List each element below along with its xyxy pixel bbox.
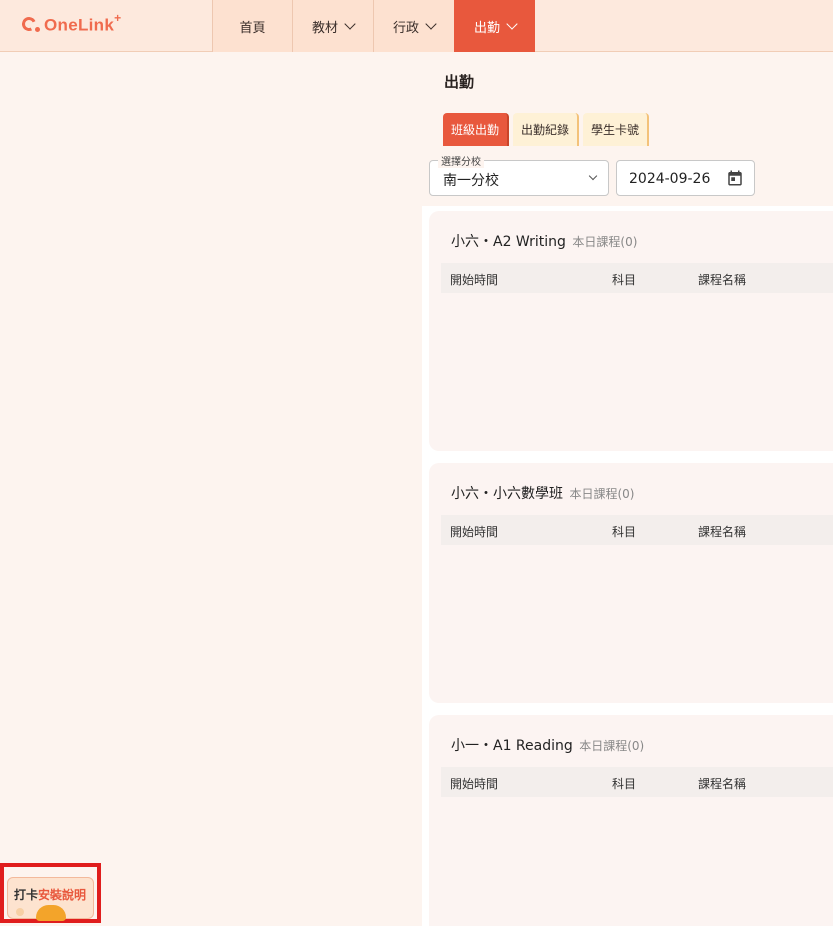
chevron-down-icon xyxy=(506,17,518,30)
checkin-guide-card: 打卡安裝說明 xyxy=(7,877,94,921)
date-input[interactable]: 2024-09-26 xyxy=(616,160,755,196)
nav-admin[interactable]: 行政 xyxy=(373,0,454,52)
tab-attendance-records[interactable]: 出勤紀錄 xyxy=(513,113,580,146)
nav-materials-label: 教材 xyxy=(311,20,338,36)
filter-bar: 選擇分校 南一分校 2024-09-26 xyxy=(422,146,833,206)
nav-home-label: 首頁 xyxy=(239,20,266,36)
class-course-count: 本日課程(0) xyxy=(569,487,635,501)
col-start-time: 開始時間 xyxy=(450,273,499,287)
nav-materials[interactable]: 教材 xyxy=(292,0,373,52)
course-table-header: 開始時間 科目 課程名稱 xyxy=(441,767,833,797)
course-table-header: 開始時間 科目 課程名稱 xyxy=(441,515,833,545)
class-name: 小六・小六數學班 xyxy=(451,486,563,502)
attendance-tabs: 班級出勤 出勤紀錄 學生卡號 xyxy=(443,113,653,146)
col-course-name: 課程名稱 xyxy=(698,525,747,539)
class-name: 小一・A1 Reading xyxy=(451,738,573,754)
class-card-title: 小六・小六數學班 本日課程(0) xyxy=(451,483,634,503)
tab-student-card-number[interactable]: 學生卡號 xyxy=(583,113,650,146)
class-card: 小一・A1 Reading 本日課程(0) 開始時間 科目 課程名稱 xyxy=(429,715,833,926)
col-subject: 科目 xyxy=(612,273,637,287)
tab-class-attendance[interactable]: 班級出勤 xyxy=(443,113,510,146)
calendar-icon[interactable] xyxy=(726,169,744,187)
class-card-title: 小一・A1 Reading 本日課程(0) xyxy=(451,735,644,755)
app-logo[interactable]: OneLink+ xyxy=(20,10,122,36)
class-course-count: 本日課程(0) xyxy=(579,739,645,753)
col-start-time: 開始時間 xyxy=(450,777,499,791)
checkin-label: 打卡 xyxy=(14,888,39,902)
col-course-name: 課程名稱 xyxy=(698,273,747,287)
col-course-name: 課程名稱 xyxy=(698,777,747,791)
chevron-down-icon xyxy=(588,171,598,181)
checkin-guide-text: 打卡安裝說明 xyxy=(14,886,86,903)
nav-admin-label: 行政 xyxy=(392,20,419,36)
main-nav: 首頁 教材 行政 出勤 xyxy=(212,0,535,52)
nav-home[interactable]: 首頁 xyxy=(212,0,292,52)
page-title: 出勤 xyxy=(444,73,475,91)
col-subject: 科目 xyxy=(612,777,637,791)
logo-text: OneLink+ xyxy=(44,10,122,35)
course-table-header: 開始時間 科目 課程名稱 xyxy=(441,263,833,293)
class-name: 小六・A2 Writing xyxy=(451,234,566,250)
branch-select[interactable]: 選擇分校 南一分校 xyxy=(429,153,609,196)
branch-select-value: 南一分校 xyxy=(443,173,499,189)
class-course-count: 本日課程(0) xyxy=(572,235,638,249)
date-value: 2024-09-26 xyxy=(629,171,711,187)
col-start-time: 開始時間 xyxy=(450,525,499,539)
class-card: 小六・A2 Writing 本日課程(0) 開始時間 科目 課程名稱 xyxy=(429,211,833,451)
class-card: 小六・小六數學班 本日課程(0) 開始時間 科目 課程名稱 xyxy=(429,463,833,703)
left-panel xyxy=(0,53,422,926)
nav-attendance[interactable]: 出勤 xyxy=(454,0,535,52)
chevron-down-icon xyxy=(344,17,356,30)
mascot-icon xyxy=(36,905,66,921)
top-header: OneLink+ 首頁 教材 行政 出勤 xyxy=(0,0,833,52)
branch-select-label: 選擇分校 xyxy=(438,153,484,168)
col-subject: 科目 xyxy=(612,525,637,539)
onelink-logo-icon xyxy=(20,14,40,34)
panel-header: 出勤 班級出勤 出勤紀錄 學生卡號 xyxy=(422,53,833,146)
install-guide-label: 安裝說明 xyxy=(38,888,87,902)
chevron-down-icon xyxy=(425,17,437,30)
class-card-title: 小六・A2 Writing 本日課程(0) xyxy=(451,231,637,251)
nav-attendance-label: 出勤 xyxy=(473,20,500,36)
decor-dot-icon xyxy=(16,908,24,916)
checkin-guide-widget[interactable]: 打卡安裝說明 xyxy=(0,863,101,923)
attendance-panel: 出勤 班級出勤 出勤紀錄 學生卡號 選擇分校 南一分校 2024-09-26 小… xyxy=(422,53,833,926)
